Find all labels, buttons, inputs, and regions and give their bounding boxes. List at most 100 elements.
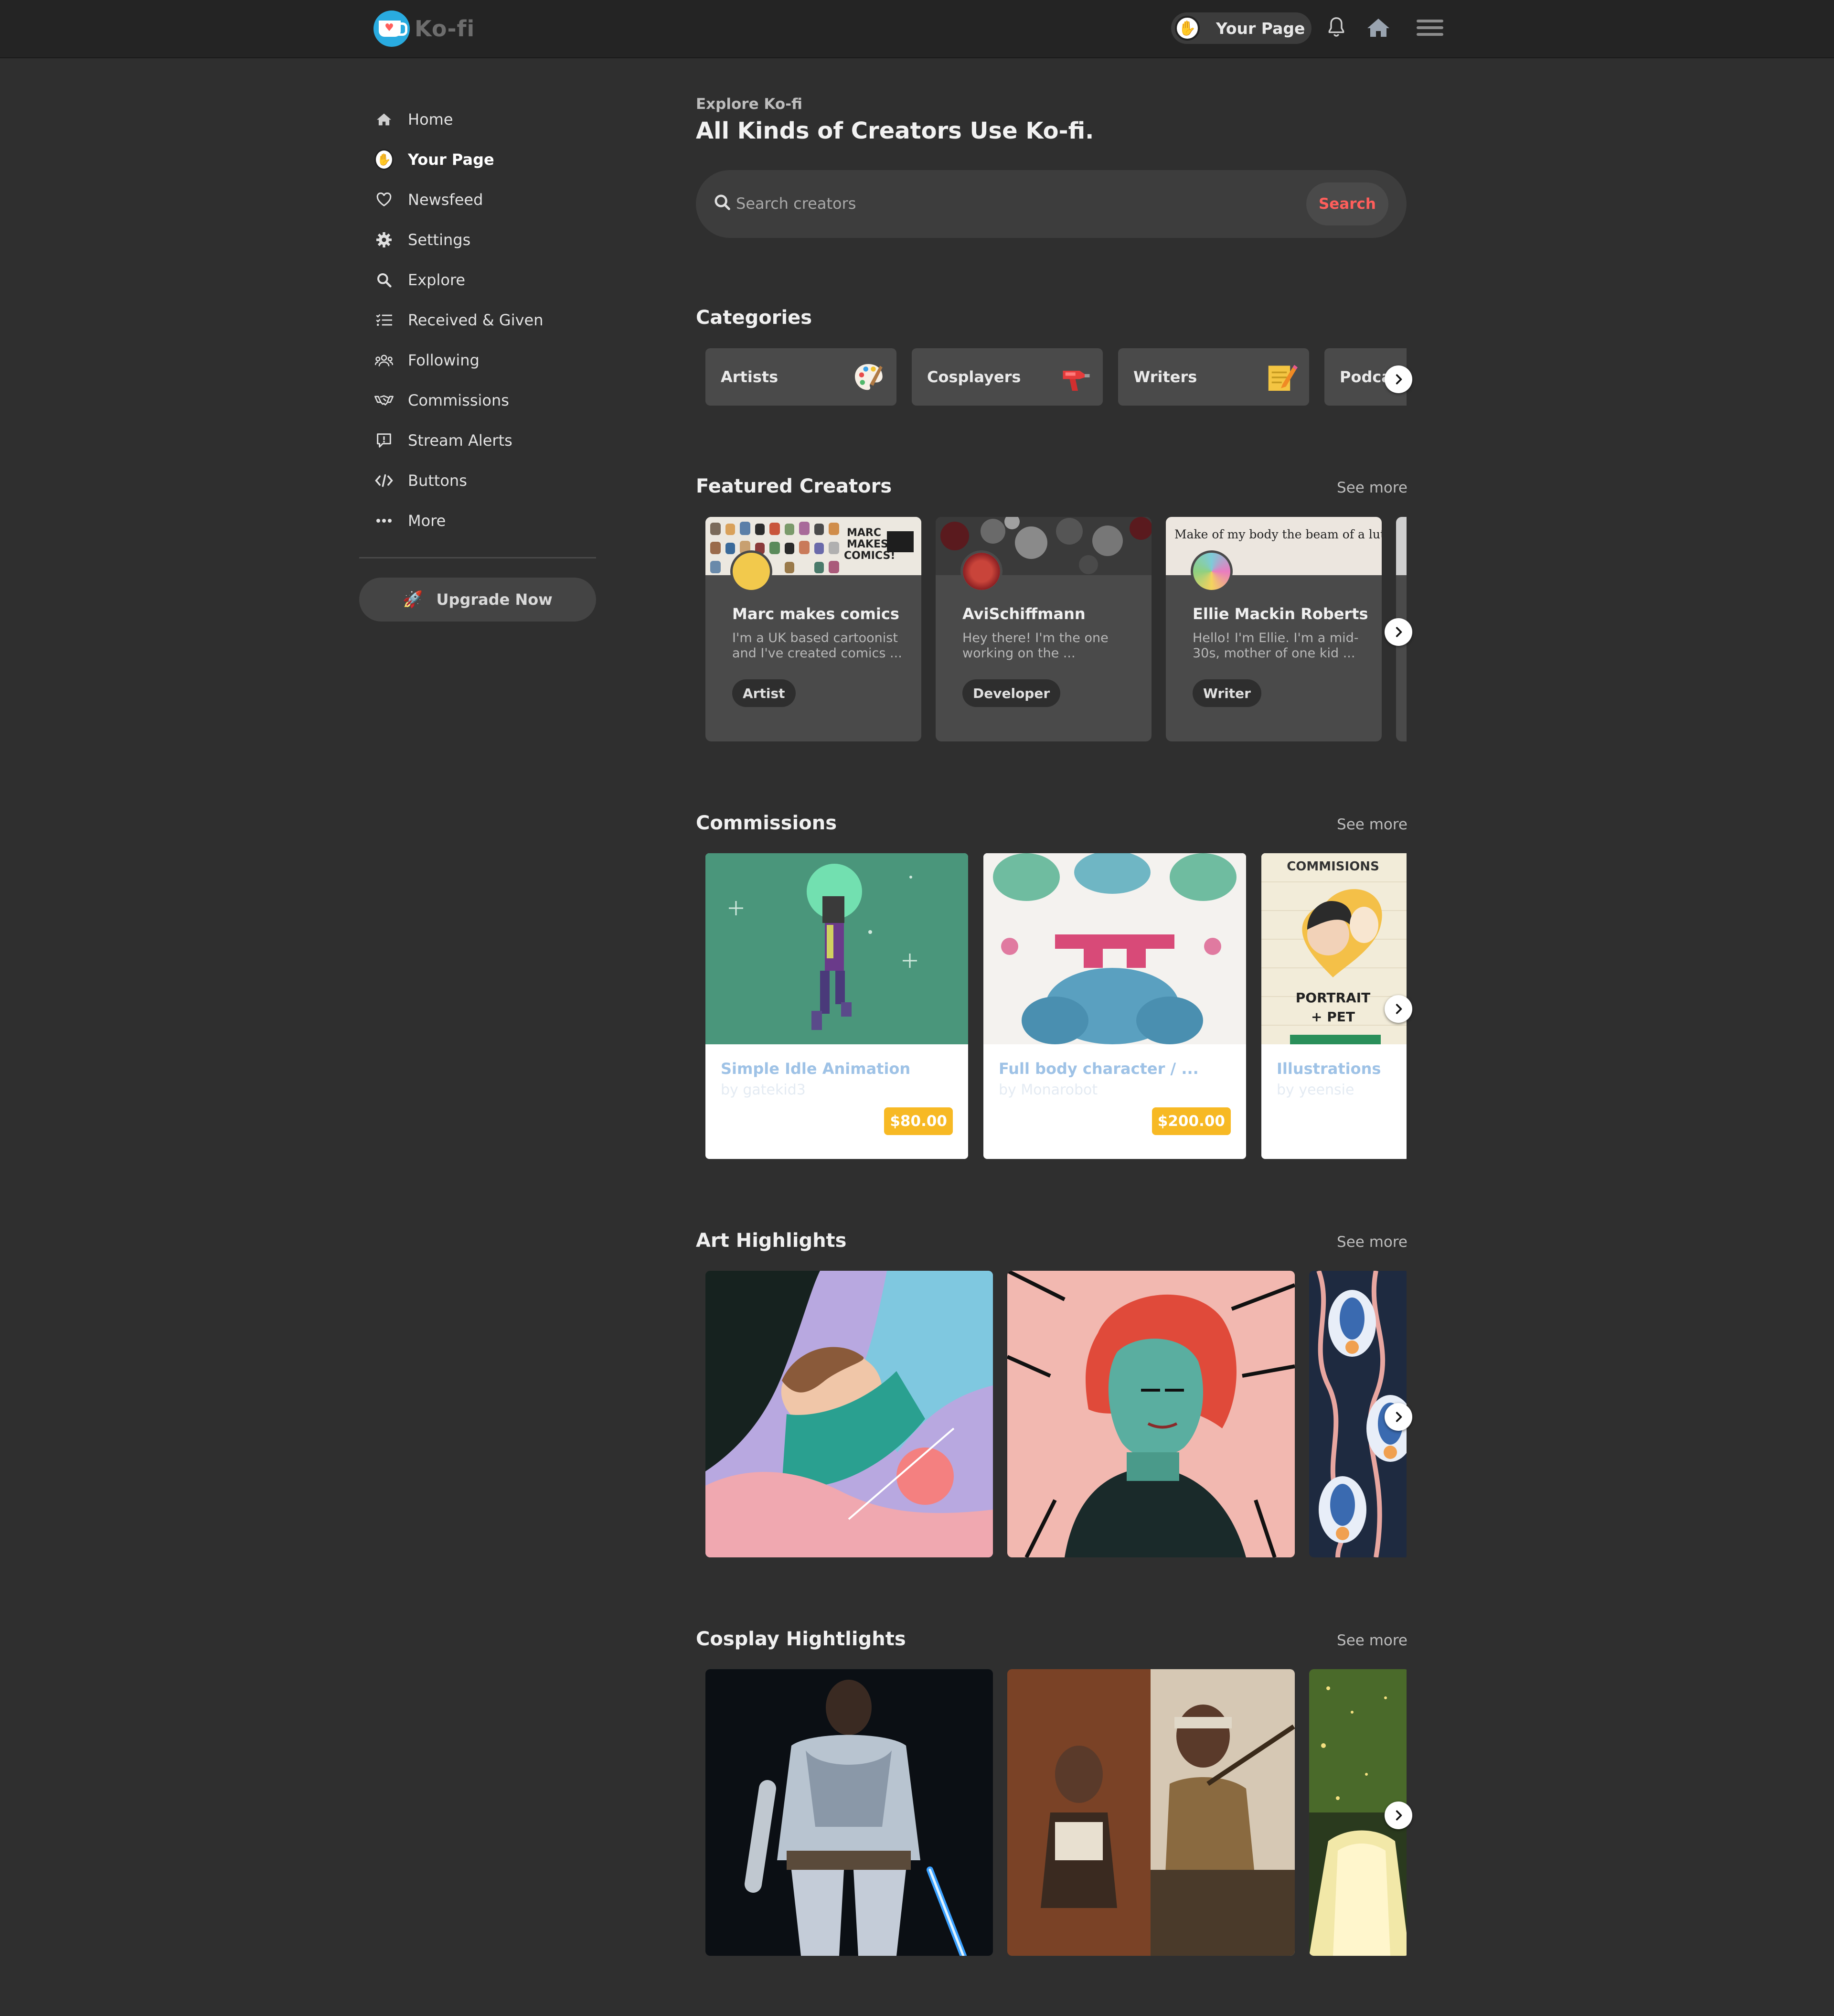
sidebar-divider — [359, 557, 596, 558]
art-see-more-link[interactable]: See more — [1337, 1233, 1407, 1251]
upgrade-now-button[interactable]: 🚀 Upgrade Now — [359, 578, 596, 622]
commission-author: by yeensie — [1277, 1082, 1354, 1098]
creator-avatar — [1191, 550, 1233, 592]
sidebar-item-commissions[interactable]: Commissions — [359, 380, 596, 420]
avatar: ✋ — [1175, 16, 1200, 41]
menu-icon[interactable] — [1417, 14, 1443, 41]
creator-name: Marc makes comics — [732, 605, 899, 623]
art-highlights-strip — [705, 1271, 1407, 1558]
sidebar-item-received-given[interactable]: Received & Given — [359, 300, 596, 340]
sidebar-item-label: Buttons — [408, 472, 467, 490]
category-card-artists[interactable]: Artists — [705, 348, 896, 406]
creator-avatar — [960, 550, 1002, 592]
categories-title: Categories — [696, 307, 812, 329]
art-highlight-card[interactable] — [705, 1271, 993, 1557]
creator-description: Hello! I'm Ellie. I'm a mid-30s, mother … — [1193, 631, 1359, 661]
code-icon — [374, 471, 394, 490]
bell-icon[interactable] — [1323, 14, 1350, 41]
sidebar-item-label: Commissions — [408, 391, 509, 409]
commission-card[interactable]: Full body character / ... by Monarobot $… — [983, 853, 1246, 1159]
search-button[interactable]: Search — [1306, 182, 1388, 225]
heart-icon — [374, 190, 394, 209]
commission-card[interactable]: Simple Idle Animation by gatekid3 $80.00 — [705, 853, 968, 1159]
chevron-right-icon — [1396, 374, 1402, 385]
creator-tag[interactable]: Writer — [1193, 679, 1261, 707]
featured-next-arrow[interactable] — [1385, 618, 1412, 646]
creator-description: Hey there! I'm the one working on the ..… — [962, 631, 1109, 661]
cosplay-see-more-link[interactable]: See more — [1337, 1632, 1407, 1649]
cosplay-image — [1007, 1669, 1295, 1956]
dots-icon — [374, 511, 394, 530]
search-bar: Search — [696, 170, 1407, 238]
category-label: Artists — [721, 368, 778, 386]
svg-text:COMMISIONS: COMMISIONS — [1287, 859, 1379, 874]
creator-description: I'm a UK based cartoonist and I've creat… — [732, 631, 902, 661]
commission-title: Simple Idle Animation — [721, 1060, 911, 1078]
cosplay-next-arrow[interactable] — [1385, 1802, 1412, 1829]
top-navigation-bar: ♥ Ko-fi ✋ Your Page — [0, 0, 1834, 58]
your-page-label: Your Page — [1216, 19, 1305, 38]
category-card-writers[interactable]: Writers — [1118, 348, 1309, 406]
sidebar-item-explore[interactable]: Explore — [359, 260, 596, 300]
category-card-cosplayers[interactable]: Cosplayers — [912, 348, 1103, 406]
gear-icon — [374, 230, 394, 249]
creator-card[interactable]: AviSchiffmann Hey there! I'm the one wor… — [936, 517, 1152, 741]
kofi-logo[interactable]: ♥ Ko-fi — [373, 11, 475, 47]
sidebar-item-newsfeed[interactable]: Newsfeed — [359, 180, 596, 220]
sidebar-item-label: Following — [408, 351, 480, 369]
commissions-strip: Simple Idle Animation by gatekid3 $80.00… — [705, 853, 1407, 1161]
categories-strip: Artists Cosplayers Writers Podca — [705, 348, 1407, 407]
commission-title: Full body character / ... — [999, 1060, 1199, 1078]
rocket-icon: 🚀 — [403, 590, 423, 609]
creator-banner — [1396, 517, 1407, 575]
commissions-next-arrow[interactable] — [1385, 995, 1412, 1023]
sidebar-item-label: Stream Alerts — [408, 431, 512, 450]
brand-name: Ko-fi — [415, 16, 475, 42]
featured-see-more-link[interactable]: See more — [1337, 479, 1407, 496]
avatar-icon: ✋ — [374, 149, 394, 170]
cosplay-highlights-title: Cosplay Hightlights — [696, 1628, 906, 1650]
category-label: Cosplayers — [927, 368, 1021, 386]
featured-creators-strip: MARC MAKES COMICS! Marc makes comics I'm… — [705, 517, 1407, 743]
sidebar-item-settings[interactable]: Settings — [359, 220, 596, 260]
art-highlights-title: Art Highlights — [696, 1230, 847, 1252]
list-icon — [374, 311, 394, 330]
sidebar-item-following[interactable]: Following — [359, 340, 596, 380]
chevron-right-icon — [1396, 1412, 1402, 1422]
search-input[interactable] — [736, 189, 1261, 218]
your-page-button[interactable]: ✋ Your Page — [1171, 12, 1312, 44]
cosplay-highlight-card[interactable] — [1007, 1669, 1295, 1956]
commission-price: $200.00 — [1152, 1107, 1231, 1135]
cosplay-image — [705, 1669, 993, 1956]
commissions-see-more-link[interactable]: See more — [1337, 816, 1407, 833]
creator-card[interactable]: Make of my body the beam of a lute Ellie… — [1166, 517, 1382, 741]
creator-tag[interactable]: Artist — [732, 679, 796, 707]
sidebar-item-label: More — [408, 512, 446, 530]
sidebar-item-more[interactable]: More — [359, 501, 596, 541]
sidebar-item-label: Your Page — [408, 150, 494, 169]
category-label: Writers — [1133, 368, 1197, 386]
categories-next-arrow[interactable] — [1385, 365, 1412, 393]
sidebar-item-buttons[interactable]: Buttons — [359, 461, 596, 501]
palette-icon — [855, 364, 883, 390]
home-icon — [374, 110, 394, 129]
sidebar-item-your-page[interactable]: ✋ Your Page — [359, 139, 596, 180]
svg-text:MARC: MARC — [847, 527, 881, 539]
chevron-right-icon — [1396, 1004, 1402, 1014]
people-icon — [374, 351, 394, 370]
commission-image — [705, 853, 968, 1044]
art-highlight-card[interactable] — [1007, 1271, 1295, 1557]
art-next-arrow[interactable] — [1385, 1403, 1412, 1431]
svg-text:MAKES: MAKES — [847, 538, 888, 550]
creator-card[interactable]: MARC MAKES COMICS! Marc makes comics I'm… — [705, 517, 921, 741]
cosplay-highlight-card[interactable] — [705, 1669, 993, 1956]
cosplay-highlights-strip — [705, 1669, 1407, 1957]
home-icon[interactable] — [1365, 14, 1392, 41]
creator-name: AviSchiffmann — [962, 605, 1086, 623]
kofi-cup-icon: ♥ — [373, 11, 410, 47]
creator-tag[interactable]: Developer — [962, 679, 1061, 707]
glue-gun-icon — [1063, 371, 1090, 391]
commission-image: COMMISIONS PORTRAIT + PET — [1261, 853, 1407, 1044]
sidebar-item-home[interactable]: Home — [359, 99, 596, 139]
sidebar-item-stream-alerts[interactable]: Stream Alerts — [359, 420, 596, 461]
